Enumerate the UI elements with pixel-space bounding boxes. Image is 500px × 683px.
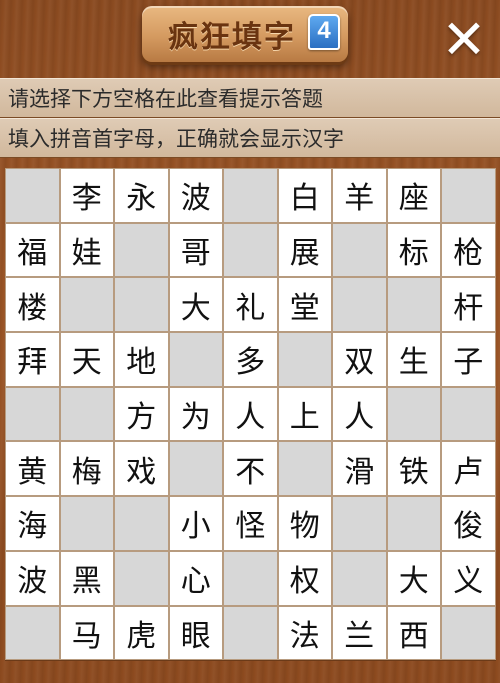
grid-cell-filled[interactable]: 梅 <box>59 441 114 497</box>
grid-cell-empty[interactable] <box>441 168 496 223</box>
grid-cell-filled[interactable]: 福 <box>5 222 60 278</box>
grid-cell-filled[interactable]: 为 <box>168 386 223 442</box>
grid-cell-filled[interactable]: 哥 <box>168 222 223 278</box>
grid-cell-filled[interactable]: 座 <box>386 168 441 223</box>
grid-cell-filled[interactable]: 生 <box>386 332 441 387</box>
grid-cell-filled[interactable]: 俊 <box>441 496 496 551</box>
grid-cell-empty[interactable] <box>5 386 60 442</box>
grid-cell-filled[interactable]: 卢 <box>441 441 496 497</box>
close-button[interactable]: ✕ <box>438 8 490 71</box>
grid-cell-filled[interactable]: 心 <box>168 550 223 606</box>
grid-cell-filled[interactable]: 地 <box>114 332 169 387</box>
grid-cell-filled[interactable]: 滑 <box>332 441 387 497</box>
header: 疯狂填字 4 ✕ <box>0 0 500 76</box>
grid-cell-filled[interactable]: 拜 <box>5 332 60 387</box>
grid-cell-filled[interactable]: 戏 <box>114 441 169 497</box>
grid-cell-filled[interactable]: 展 <box>277 222 332 278</box>
grid-cell-empty[interactable] <box>332 550 387 606</box>
grid-cell-filled[interactable]: 虎 <box>114 605 169 661</box>
grid-cell-filled[interactable]: 白 <box>277 168 332 223</box>
grid-cell-empty[interactable] <box>59 496 114 551</box>
grid-cell-empty[interactable] <box>5 605 60 661</box>
grid-cell-empty[interactable] <box>332 496 387 551</box>
grid-cell-filled[interactable]: 眼 <box>168 605 223 661</box>
grid-cell-filled[interactable]: 子 <box>441 332 496 387</box>
crossword-board: 李永波白羊座福娃哥展标枪楼大礼堂杆拜天地多双生子方为人上人黄梅戏不滑铁卢海小怪物… <box>5 168 496 661</box>
grid-cell-empty[interactable] <box>277 332 332 387</box>
grid-cell-filled[interactable]: 李 <box>59 168 114 223</box>
grid-cell-filled[interactable]: 人 <box>223 386 278 442</box>
grid-cell-filled[interactable]: 双 <box>332 332 387 387</box>
grid-cell-filled[interactable]: 堂 <box>277 277 332 333</box>
grid-cell-filled[interactable]: 人 <box>332 386 387 442</box>
grid-cell-filled[interactable]: 标 <box>386 222 441 278</box>
grid-cell-empty[interactable] <box>223 605 278 661</box>
grid-cell-empty[interactable] <box>114 277 169 333</box>
grid-cell-filled[interactable]: 方 <box>114 386 169 442</box>
title-plaque: 疯狂填字 4 <box>142 6 348 62</box>
grid-cell-empty[interactable] <box>114 550 169 606</box>
grid-cell-filled[interactable]: 西 <box>386 605 441 661</box>
grid-cell-filled[interactable]: 羊 <box>332 168 387 223</box>
grid-cell-empty[interactable] <box>332 277 387 333</box>
grid-cell-empty[interactable] <box>386 277 441 333</box>
grid-cell-empty[interactable] <box>59 386 114 442</box>
grid-cell-filled[interactable]: 法 <box>277 605 332 661</box>
grid-cell-empty[interactable] <box>386 496 441 551</box>
grid-cell-empty[interactable] <box>223 550 278 606</box>
grid-cell-filled[interactable]: 楼 <box>5 277 60 333</box>
game-title: 疯狂填字 <box>168 20 296 55</box>
grid-cell-filled[interactable]: 怪 <box>223 496 278 551</box>
grid-cell-empty[interactable] <box>277 441 332 497</box>
grid-cell-filled[interactable]: 小 <box>168 496 223 551</box>
grid-cell-filled[interactable]: 天 <box>59 332 114 387</box>
grid-cell-empty[interactable] <box>386 386 441 442</box>
grid-cell-filled[interactable]: 海 <box>5 496 60 551</box>
grid-cell-filled[interactable]: 多 <box>223 332 278 387</box>
grid-cell-empty[interactable] <box>441 386 496 442</box>
level-badge: 4 <box>308 14 340 50</box>
grid-cell-filled[interactable]: 波 <box>168 168 223 223</box>
grid-cell-empty[interactable] <box>223 222 278 278</box>
grid-cell-empty[interactable] <box>223 168 278 223</box>
grid-cell-filled[interactable]: 大 <box>168 277 223 333</box>
grid-cell-filled[interactable]: 兰 <box>332 605 387 661</box>
grid-cell-filled[interactable]: 杆 <box>441 277 496 333</box>
grid-cell-filled[interactable]: 礼 <box>223 277 278 333</box>
grid-cell-empty[interactable] <box>114 496 169 551</box>
grid-cell-empty[interactable] <box>168 441 223 497</box>
grid-cell-filled[interactable]: 波 <box>5 550 60 606</box>
grid-cell-filled[interactable]: 大 <box>386 550 441 606</box>
grid-cell-filled[interactable]: 永 <box>114 168 169 223</box>
grid-cell-filled[interactable]: 物 <box>277 496 332 551</box>
grid-cell-empty[interactable] <box>59 277 114 333</box>
hint-line-1: 请选择下方空格在此查看提示答题 <box>0 78 500 118</box>
grid-cell-filled[interactable]: 枪 <box>441 222 496 278</box>
grid-cell-filled[interactable]: 黑 <box>59 550 114 606</box>
close-icon: ✕ <box>441 8 487 71</box>
grid-cell-empty[interactable] <box>332 222 387 278</box>
grid-cell-empty[interactable] <box>168 332 223 387</box>
grid-cell-filled[interactable]: 不 <box>223 441 278 497</box>
grid-cell-filled[interactable]: 黄 <box>5 441 60 497</box>
grid-cell-empty[interactable] <box>114 222 169 278</box>
grid-cell-filled[interactable]: 铁 <box>386 441 441 497</box>
grid-cell-empty[interactable] <box>5 168 60 223</box>
grid-cell-filled[interactable]: 马 <box>59 605 114 661</box>
hint-line-2: 填入拼音首字母，正确就会显示汉字 <box>0 118 500 158</box>
grid-cell-filled[interactable]: 义 <box>441 550 496 606</box>
grid-cell-filled[interactable]: 上 <box>277 386 332 442</box>
grid-cell-filled[interactable]: 权 <box>277 550 332 606</box>
grid-cell-filled[interactable]: 娃 <box>59 222 114 278</box>
grid-cell-empty[interactable] <box>441 605 496 661</box>
